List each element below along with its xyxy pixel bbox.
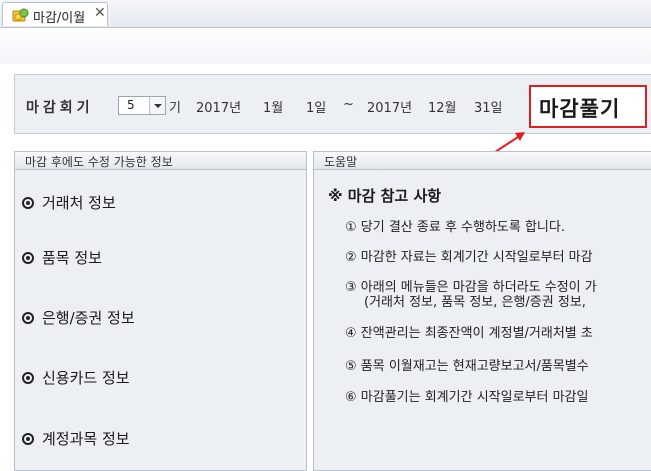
bullet-icon [22,252,34,264]
bullet-icon [22,372,34,384]
editable-info-header: 마감 후에도 수정 가능한 정보 [15,152,306,170]
info-item-customer[interactable]: 거래처 정보 [22,192,116,213]
info-item-product[interactable]: 품목 정보 [22,247,102,268]
folder-coins-icon [12,8,29,22]
period-label: 마감회기 [26,100,94,116]
period-select[interactable]: 5 [118,96,166,115]
period-suffix: 기 [169,101,181,116]
help-line: ⑤ 품목 이월재고는 현재고량보고서/품목별수 [345,359,589,374]
unclose-button[interactable]: 마감풀기 [529,85,647,128]
bullet-icon [22,312,34,324]
help-title: ※ 마감 참고 사항 [328,187,442,205]
help-line: ① 당기 결산 종료 후 수행하도록 합니다. [345,220,565,235]
help-line: (거래처 정보, 품목 정보, 은행/증권 정보, [364,295,586,310]
help-header: 도움말 [314,152,651,170]
unclose-button-label: 마감풀기 [539,97,621,121]
bullet-icon [22,433,34,445]
start-month: 1월 [263,101,284,116]
tab-close-period[interactable]: 마감/이월 ✕ [2,2,108,26]
end-month: 12월 [428,101,457,116]
period-select-value: 5 [127,98,135,112]
info-item-account[interactable]: 계정과목 정보 [22,428,130,449]
start-day: 1일 [306,101,327,116]
tab-label: 마감/이월 [33,11,86,26]
help-line: ② 마감한 자료는 회계기간 시작일로부터 마감 [345,250,593,265]
start-year: 2017년 [196,101,242,116]
info-item-bank[interactable]: 은행/증권 정보 [22,307,135,328]
bullet-icon [22,197,34,209]
help-line: ⑥ 마감풀기는 회계기간 시작일로부터 마감일 [345,390,589,405]
end-year: 2017년 [367,101,413,116]
chevron-down-icon[interactable] [149,97,165,114]
period-separator: ~ [343,97,354,112]
end-day: 31일 [474,101,503,116]
close-tab-icon[interactable]: ✕ [94,5,106,21]
tab-bar: 마감/이월 ✕ [0,0,651,28]
info-item-credit-card[interactable]: 신용카드 정보 [22,367,130,388]
toolbar [0,28,651,65]
help-line: ④ 잔액관리는 최종잔액이 계정별/거래처별 초 [345,326,593,341]
